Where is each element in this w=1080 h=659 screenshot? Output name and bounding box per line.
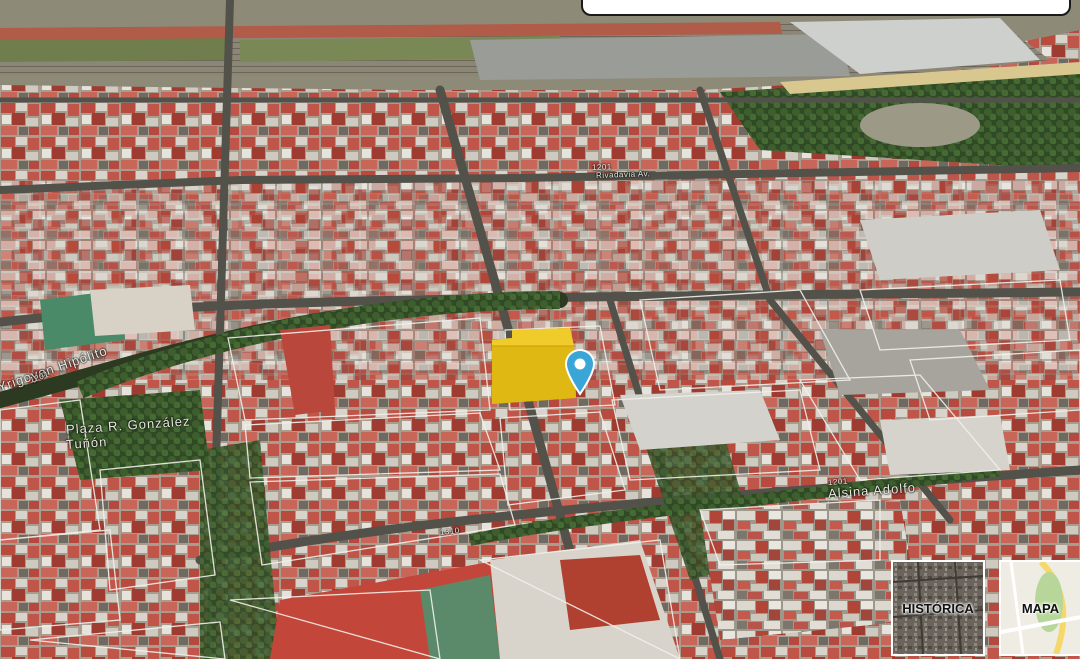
layer-mapa-button[interactable]: MAPA — [999, 560, 1080, 656]
layer-mapa-label: MAPA — [1021, 601, 1060, 616]
search-bar[interactable] — [581, 0, 1071, 16]
location-pin-icon[interactable] — [563, 348, 597, 396]
layer-historica-button[interactable]: HISTÓRICA — [891, 560, 985, 656]
street-number-rivadavia: 1201 — [591, 162, 612, 172]
layer-historica-label: HISTÓRICA — [902, 601, 974, 616]
street-number-alsina: 1201 — [827, 476, 849, 487]
plaza-name-line2: Tuñón — [65, 434, 108, 452]
plaza-label-line2: Tuñón — [65, 434, 107, 452]
